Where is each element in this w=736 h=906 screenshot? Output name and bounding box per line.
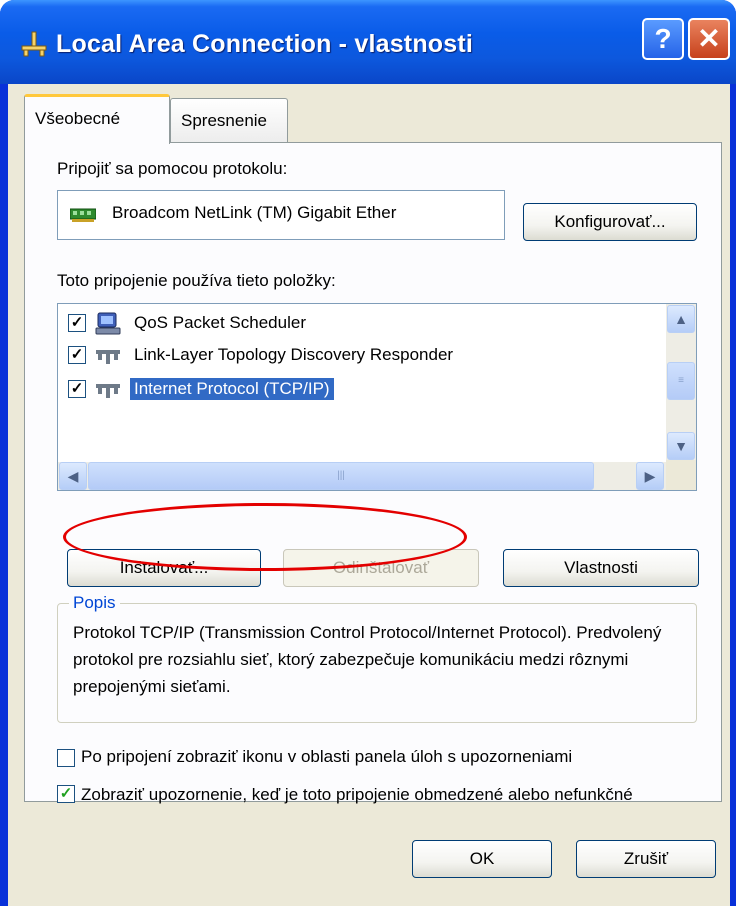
scroll-up-icon[interactable]: ▲	[667, 305, 695, 333]
annotation-highlight-oval	[63, 503, 467, 571]
scrollbar-corner	[666, 460, 696, 490]
notify-checkbox[interactable]: ✓	[57, 785, 75, 803]
vertical-scrollbar[interactable]: ▲ ≡ ▼	[666, 304, 696, 462]
components-label: Toto pripojenie používa tieto položky:	[57, 271, 336, 290]
configure-button[interactable]: Konfigurovať...	[523, 203, 697, 241]
list-item-label: Internet Protocol (TCP/IP)	[130, 378, 334, 400]
dialog-client-area: Všeobecné Spresnenie Pripojiť sa pomocou…	[8, 84, 730, 906]
title-bar[interactable]: Local Area Connection - vlastnosti ? ✕	[0, 0, 736, 84]
notify-label[interactable]: Zobraziť upozornenie, keď je toto pripoj…	[81, 783, 691, 807]
list-item[interactable]: ✓ QoS Packet Scheduler	[58, 308, 668, 340]
list-item[interactable]: ✓ Link-Layer Topology Discovery Responde…	[58, 340, 668, 372]
scroll-left-icon[interactable]: ◀	[59, 462, 87, 490]
scroll-down-icon[interactable]: ▼	[667, 432, 695, 460]
connect-using-label: Pripojiť sa pomocou protokolu:	[57, 159, 288, 178]
description-text: Protokol TCP/IP (Transmission Control Pr…	[73, 623, 662, 696]
list-item-label: QoS Packet Scheduler	[134, 313, 306, 332]
close-button[interactable]: ✕	[688, 18, 730, 60]
ok-button[interactable]: OK	[412, 840, 552, 878]
help-button[interactable]: ?	[642, 18, 684, 60]
list-item-selected[interactable]: ✓ Internet Protocol (TCP/IP)	[58, 374, 668, 406]
tab-general[interactable]: Všeobecné	[24, 94, 170, 144]
list-item-checkbox[interactable]: ✓	[68, 380, 86, 398]
horizontal-scrollbar[interactable]: ◀ ||| ▶	[58, 462, 666, 490]
network-adapter-icon	[70, 208, 96, 222]
protocol-icon	[96, 384, 120, 398]
list-item-checkbox[interactable]: ✓	[68, 346, 86, 364]
horizontal-scroll-thumb[interactable]: |||	[88, 462, 594, 490]
adapter-name: Broadcom NetLink (TM) Gigabit Ether	[112, 203, 397, 222]
vertical-scroll-thumb[interactable]: ≡	[667, 362, 695, 400]
network-connection-icon	[21, 31, 47, 57]
tab-advanced[interactable]: Spresnenie	[170, 98, 288, 144]
general-tab-panel: Pripojiť sa pomocou protokolu: Broadcom …	[24, 142, 722, 804]
description-title: Popis	[69, 593, 120, 613]
properties-button[interactable]: Vlastnosti	[503, 549, 699, 587]
show-icon-label[interactable]: Po pripojení zobraziť ikonu v oblasti pa…	[81, 747, 572, 767]
cancel-button[interactable]: Zrušiť	[576, 840, 716, 878]
scheduler-icon	[95, 312, 121, 335]
protocol-icon	[96, 350, 120, 364]
list-item-checkbox[interactable]: ✓	[68, 314, 86, 332]
window-title: Local Area Connection - vlastnosti	[56, 30, 474, 58]
properties-window: Local Area Connection - vlastnosti ? ✕ V…	[0, 0, 736, 906]
components-list[interactable]: ✓ QoS Packet Scheduler ✓ Link-Layer Topo…	[57, 303, 697, 491]
adapter-field: Broadcom NetLink (TM) Gigabit Ether	[57, 190, 505, 240]
show-icon-checkbox[interactable]	[57, 749, 75, 767]
scroll-right-icon[interactable]: ▶	[636, 462, 664, 490]
list-item-label: Link-Layer Topology Discovery Responder	[134, 345, 454, 364]
